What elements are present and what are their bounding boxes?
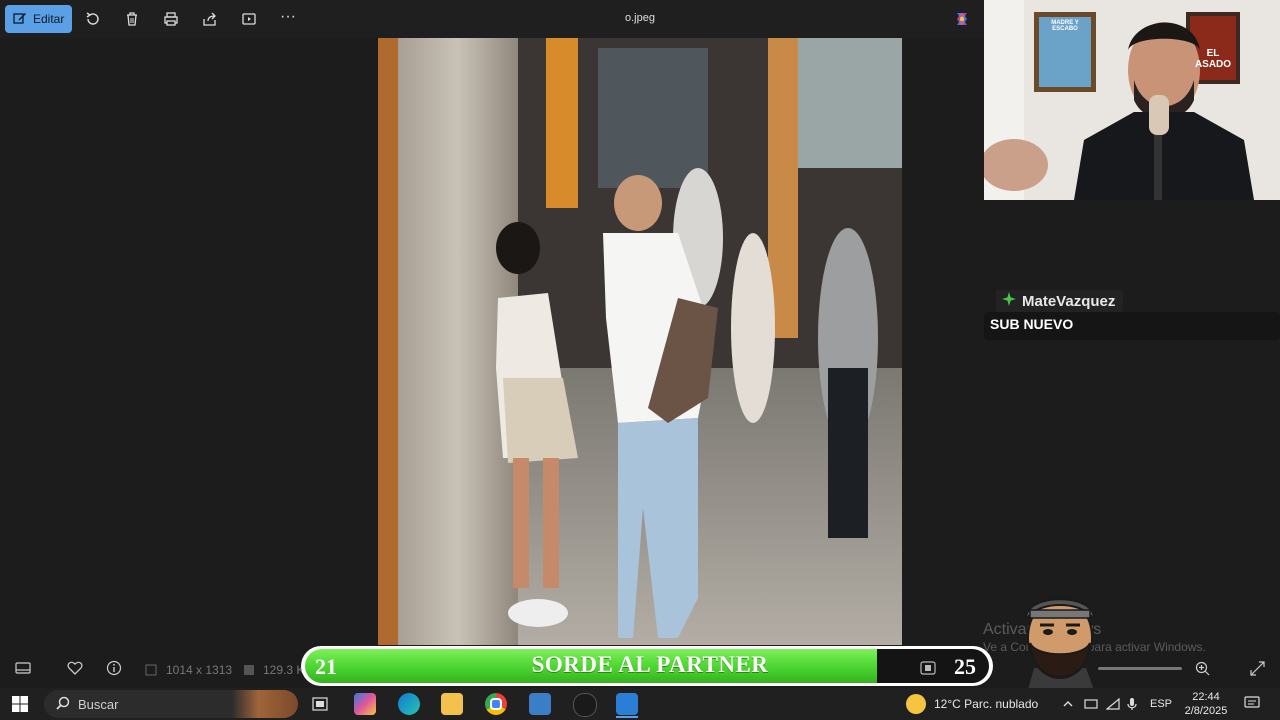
viewer-toolbar (0, 0, 984, 38)
photos-app-icon[interactable] (616, 693, 638, 715)
obs-studio-icon[interactable] (573, 693, 597, 717)
active-app-indicator (616, 716, 638, 718)
file-title: o.jpeg (625, 12, 655, 24)
webcam-overlay: MADRE Y ESCABO EL ASADO (984, 0, 1280, 200)
poster-left-text: MADRE Y ESCABO (1051, 20, 1079, 32)
fullscreen-icon[interactable] (1250, 661, 1265, 681)
cartoon-avatar (1008, 588, 1112, 690)
chat-username: MateVazquez (1022, 292, 1116, 310)
tray-app-icon[interactable] (1084, 697, 1098, 715)
copilot-icon[interactable] (953, 10, 971, 28)
windows-start-icon[interactable] (12, 696, 28, 717)
edge-browser-icon[interactable] (398, 693, 420, 715)
share-icon[interactable] (201, 10, 219, 28)
clock-time: 22:44 (1192, 691, 1220, 703)
filmstrip-icon[interactable] (15, 661, 31, 680)
banner-left-number: 21 (315, 654, 337, 679)
chrome-browser-icon[interactable] (485, 693, 507, 715)
taskbar-search[interactable]: Buscar (44, 690, 298, 718)
zoom-in-icon[interactable] (1195, 661, 1210, 681)
weather-text[interactable]: 12°C Parc. nublado (934, 697, 1038, 711)
info-icon[interactable] (106, 660, 122, 681)
microphone-icon[interactable] (1127, 697, 1137, 716)
chat-message: SUB NUEVO (984, 312, 1280, 340)
star-icon (1002, 292, 1016, 310)
notifications-icon[interactable] (1244, 696, 1260, 715)
weather-icon[interactable] (906, 694, 926, 714)
poster-right-text: EL ASADO (1194, 48, 1232, 70)
chevron-up-icon[interactable] (1062, 697, 1074, 715)
more-options-icon[interactable]: ··· (279, 8, 297, 26)
photo-image (378, 38, 902, 645)
chat-username-badge: MateVazquez (996, 290, 1124, 312)
search-highlight-image (232, 690, 298, 718)
edit-label: Editar (33, 12, 65, 26)
edit-button[interactable]: Editar (5, 5, 72, 33)
banner-text: SORDE AL PARTNER (531, 652, 769, 677)
search-placeholder: Buscar (78, 696, 119, 712)
app-icon-blue[interactable] (529, 693, 551, 715)
screenshot-icon[interactable] (920, 661, 936, 680)
network-icon[interactable] (1105, 697, 1120, 715)
print-icon[interactable] (162, 10, 180, 28)
slideshow-icon[interactable] (240, 10, 258, 28)
banner-right-number: 25 (954, 654, 976, 679)
dimensions-icon (145, 663, 157, 681)
image-dimensions: 1014 x 1313 (166, 663, 233, 677)
language-indicator[interactable]: ESP (1150, 698, 1172, 710)
edit-icon (13, 11, 27, 28)
clock[interactable]: 22:44 2/8/2025 (1174, 690, 1238, 718)
copilot-taskbar-icon[interactable] (354, 693, 376, 715)
task-view-icon[interactable] (309, 693, 331, 715)
favorite-heart-icon[interactable] (67, 661, 83, 680)
search-icon (56, 696, 70, 713)
file-explorer-icon[interactable] (441, 693, 463, 715)
filesize-icon (243, 663, 255, 681)
delete-icon[interactable] (123, 10, 141, 28)
clock-date: 2/8/2025 (1184, 705, 1228, 717)
rotate-icon[interactable] (84, 10, 102, 28)
file-size: 129.3 K (263, 663, 305, 677)
